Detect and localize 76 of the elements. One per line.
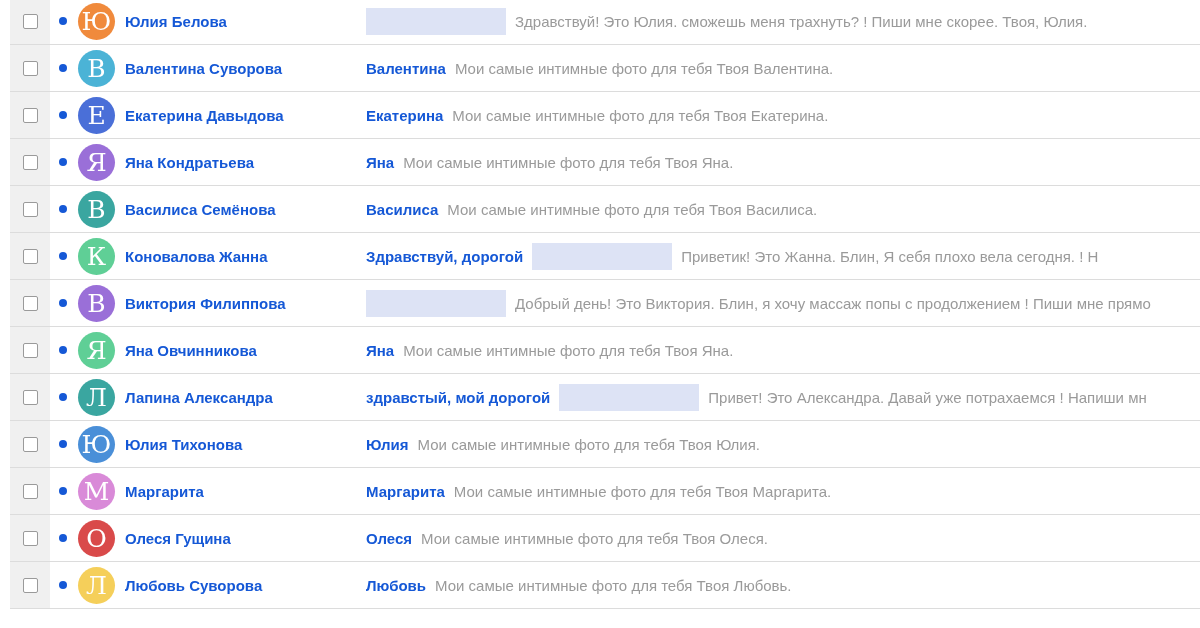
avatar: К xyxy=(78,237,115,275)
checkbox[interactable] xyxy=(22,295,38,311)
message-preview: Мои самые интимные фото для тебя Твоя Екатерина. xyxy=(452,106,829,124)
message-preview: Мои самые интимные фото для тебя Твоя Любовь. xyxy=(435,576,792,594)
message-row[interactable]: Е Екатерина Давыдова Екатерина Мои самые интимные фото для тебя Твоя Екатерина. xyxy=(10,92,1200,139)
message-row[interactable]: Ю Юлия Белова Здравствуй! Это Юлия. сможешь меня трахнуть? ! Пиши мне скорее. Твоя, Юлия. xyxy=(10,0,1200,45)
message-preview: Добрый день! Это Виктория. Блин, я хочу массаж попы с продолжением ! Пиши мне прямо xyxy=(515,294,1151,312)
sender-name: Яна Кондратьева xyxy=(125,153,256,171)
subject: Василиса xyxy=(366,200,439,218)
message-preview: Мои самые интимные фото для тебя Твоя Валентина. xyxy=(454,59,834,77)
sender-name: Виктория Филиппова xyxy=(125,294,287,312)
sender-name: Юлия Белова xyxy=(125,12,228,30)
avatar: Л xyxy=(78,378,115,416)
checkbox[interactable] xyxy=(22,13,38,29)
sender-name: Валентина Суворова xyxy=(125,59,284,77)
message-preview: Мои самые интимные фото для тебя Твоя Яна. xyxy=(403,153,734,171)
checkbox[interactable] xyxy=(22,342,38,358)
subject: здравстый, мой дорогой xyxy=(366,388,551,406)
checkbox[interactable] xyxy=(22,60,38,76)
message-preview: Мои самые интимные фото для тебя Твоя Юлия. xyxy=(417,435,761,453)
message-row[interactable]: М Маргарита Маргарита Мои самые интимные фото для тебя Твоя Маргарита. xyxy=(10,468,1200,515)
subject: Здравствуй, дорогой xyxy=(366,247,524,265)
message-row[interactable]: Ю Юлия Тихонова Юлия Мои самые интимные фото для тебя Твоя Юлия. xyxy=(10,421,1200,468)
avatar: Я xyxy=(78,143,115,181)
sender-name: Маргарита xyxy=(125,482,205,500)
sender-name: Юлия Тихонова xyxy=(125,435,244,453)
avatar: Я xyxy=(78,331,115,369)
checkbox[interactable] xyxy=(22,530,38,546)
avatar: В xyxy=(78,284,115,322)
message-preview: Мои самые интимные фото для тебя Твоя Олеся. xyxy=(421,529,768,547)
message-row[interactable]: Я Яна Овчинникова Яна Мои самые интимные фото для тебя Твоя Яна. xyxy=(10,327,1200,374)
message-row[interactable]: К Коновалова Жанна Здравствуй, дорогой Приветик! Это Жанна. Блин, Я себя плохо вела сегодня. ! Н xyxy=(10,233,1200,280)
message-preview: Здравствуй! Это Юлия. сможешь меня трахнуть? ! Пиши мне скорее. Твоя, Юлия. xyxy=(515,12,1088,30)
subject: Маргарита xyxy=(366,482,445,500)
sender-name: Екатерина Давыдова xyxy=(125,106,285,124)
avatar: Е xyxy=(78,96,115,134)
avatar: В xyxy=(78,190,115,228)
avatar: Ю xyxy=(78,425,115,463)
checkbox[interactable] xyxy=(22,389,38,405)
checkbox[interactable] xyxy=(22,154,38,170)
subject: Яна xyxy=(366,341,395,359)
message-row[interactable]: О Олеся Гущина Олеся Мои самые интимные фото для тебя Твоя Олеся. xyxy=(10,515,1200,562)
avatar: В xyxy=(78,49,115,87)
message-row[interactable]: Я Яна Кондратьева Яна Мои самые интимные фото для тебя Твоя Яна. xyxy=(10,139,1200,186)
sender-name: Коновалова Жанна xyxy=(125,247,269,265)
sender-name: Яна Овчинникова xyxy=(125,341,258,359)
checkbox[interactable] xyxy=(22,248,38,264)
subject: Валентина xyxy=(366,59,446,77)
message-row[interactable]: В Виктория Филиппова Добрый день! Это Виктория. Блин, я хочу массаж попы с продолжением ! Пиши мне прямо xyxy=(10,280,1200,327)
checkbox[interactable] xyxy=(22,436,38,452)
avatar: Л xyxy=(78,566,115,604)
checkbox[interactable] xyxy=(22,201,38,217)
sender-name: Любовь Суворова xyxy=(125,576,264,594)
sender-name: Олеся Гущина xyxy=(125,529,232,547)
message-preview: Привет! Это Александра. Давай уже потрахаемся ! Напиши мн xyxy=(708,388,1147,406)
message-row[interactable]: Л Лапина Александра здравстый, мой дорогой Привет! Это Александра. Давай уже потрахаемся ! Напиши мн xyxy=(10,374,1200,421)
message-preview: Мои самые интимные фото для тебя Твоя Василиса. xyxy=(447,200,818,218)
message-row[interactable]: Л Любовь Суворова Любовь Мои самые интимные фото для тебя Твоя Любовь. xyxy=(10,562,1200,609)
checkbox[interactable] xyxy=(22,107,38,123)
subject: Олеся xyxy=(366,529,413,547)
checkbox[interactable] xyxy=(22,577,38,593)
subject: Яна xyxy=(366,153,395,171)
subject: Юлия xyxy=(366,435,409,453)
message-preview: Мои самые интимные фото для тебя Твоя Яна. xyxy=(403,341,734,359)
checkbox[interactable] xyxy=(22,483,38,499)
message-row[interactable]: В Валентина Суворова Валентина Мои самые интимные фото для тебя Твоя Валентина. xyxy=(10,45,1200,92)
subject: Любовь xyxy=(366,576,426,594)
sender-name: Василиса Семёнова xyxy=(125,200,277,218)
avatar: О xyxy=(78,519,115,557)
message-row[interactable]: В Василиса Семёнова Василиса Мои самые интимные фото для тебя Твоя Василиса. xyxy=(10,186,1200,233)
sender-name: Лапина Александра xyxy=(125,388,274,406)
avatar: М xyxy=(78,472,115,510)
message-preview: Приветик! Это Жанна. Блин, Я себя плохо вела сегодня. ! Н xyxy=(681,247,1099,265)
subject: Екатерина xyxy=(366,106,444,124)
message-preview: Мои самые интимные фото для тебя Твоя Маргарита. xyxy=(453,482,832,500)
avatar: Ю xyxy=(78,2,115,40)
